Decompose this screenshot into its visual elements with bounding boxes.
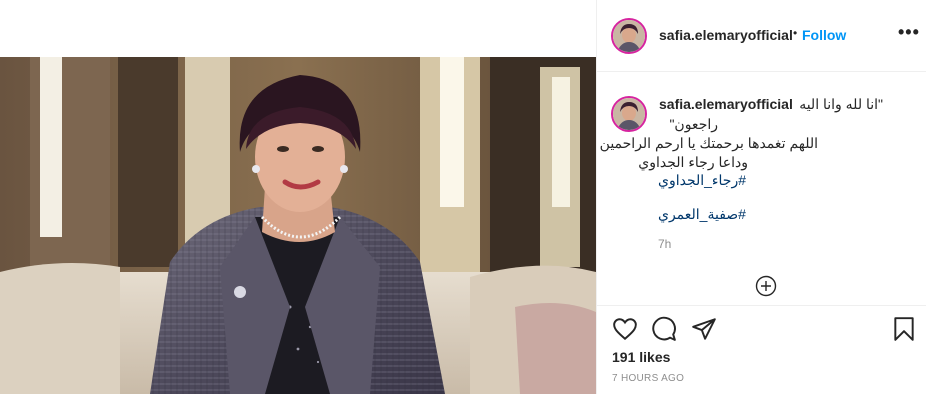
more-options-button[interactable]: ••• (898, 22, 920, 43)
follow-button[interactable]: Follow (802, 27, 846, 43)
caption-line-2: راجعون" (669, 116, 718, 132)
caption-line-1: "انا لله وانا اليه (799, 96, 883, 112)
separator-dot: • (793, 26, 798, 40)
avatar[interactable] (611, 18, 647, 54)
caption-line-4: وداعا رجاء الجداوي (638, 154, 748, 170)
instagram-post-page: safia.elemaryofficial • Follow ••• safia… (0, 0, 926, 394)
hashtag-link[interactable]: #صفية_العمري (658, 206, 746, 223)
post-photo-illustration (0, 57, 596, 394)
caption-time: 7h (658, 237, 672, 251)
caption-avatar[interactable] (611, 96, 647, 132)
post-timestamp[interactable]: 7 HOURS AGO (612, 373, 684, 384)
comment-icon (652, 316, 676, 341)
plus-circle-icon (755, 275, 777, 297)
bookmark-icon (894, 317, 914, 341)
share-icon (692, 318, 716, 340)
post-photo[interactable] (0, 57, 596, 394)
likes-count[interactable]: 191 likes (612, 349, 670, 365)
hashtag-link[interactable]: #رجاء_الجداوي (658, 172, 746, 189)
header-username[interactable]: safia.elemaryofficial (659, 27, 793, 43)
load-more-comments-button[interactable] (755, 275, 777, 297)
save-button[interactable] (891, 316, 917, 342)
comment-button[interactable] (651, 316, 677, 342)
caption-username[interactable]: safia.elemaryofficial (659, 96, 793, 112)
heart-icon (613, 318, 637, 341)
caption-line-3: اللهم تغمدها برحمتك يا ارحم الراحمين (599, 135, 818, 151)
share-button[interactable] (691, 316, 717, 342)
post-actions-section: 191 likes 7 HOURS AGO (596, 305, 926, 395)
post-header: safia.elemaryofficial • Follow ••• (597, 0, 926, 72)
post-media-area (0, 0, 596, 394)
like-button[interactable] (612, 316, 638, 342)
